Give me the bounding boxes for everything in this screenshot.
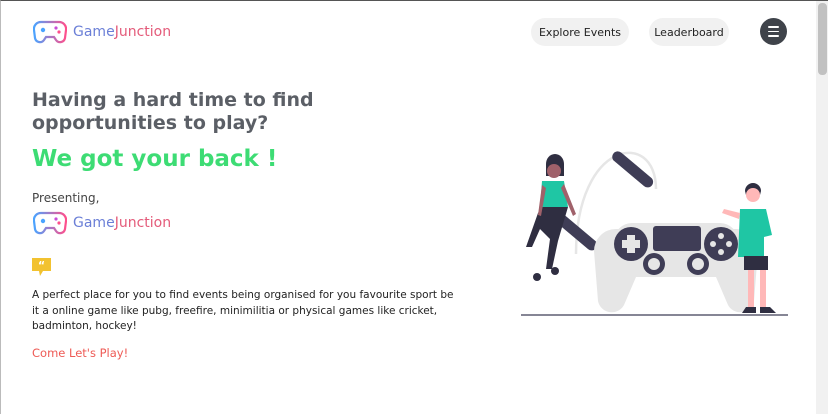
brand-name-part1: Game xyxy=(73,24,115,40)
presenting-label: Presenting, xyxy=(32,191,100,205)
hero-description: A perfect place for you to find events b… xyxy=(32,289,454,332)
brand-name-part2: Junction xyxy=(114,215,172,231)
svg-text:“: “ xyxy=(38,259,45,272)
gamers-illustration xyxy=(521,151,788,316)
hero-headline: Having a hard time to find opportunities… xyxy=(32,89,314,134)
gamepad-logo-icon xyxy=(33,211,67,235)
hamburger-line xyxy=(768,35,779,37)
gamepad-logo-icon xyxy=(33,20,67,44)
brand-logo[interactable]: GameJunction xyxy=(33,19,171,45)
brand-name-part2: Junction xyxy=(114,24,172,40)
hamburger-line xyxy=(768,30,779,33)
cta-link[interactable]: Come Let's Play! xyxy=(32,346,128,360)
leaderboard-button[interactable]: Leaderboard xyxy=(649,18,729,46)
hamburger-icon xyxy=(768,26,779,28)
quote-icon: “ xyxy=(32,258,51,276)
top-navbar: GameJunction Explore Events Leaderboard xyxy=(1,1,816,63)
hero-tagline: We got your back ! xyxy=(32,146,278,172)
explore-events-button[interactable]: Explore Events xyxy=(531,18,629,46)
brand-logo-secondary: GameJunction xyxy=(33,210,171,236)
hamburger-menu-button[interactable] xyxy=(760,18,787,45)
brand-name-part1: Game xyxy=(73,215,115,231)
scrollbar-thumb[interactable] xyxy=(818,3,827,75)
